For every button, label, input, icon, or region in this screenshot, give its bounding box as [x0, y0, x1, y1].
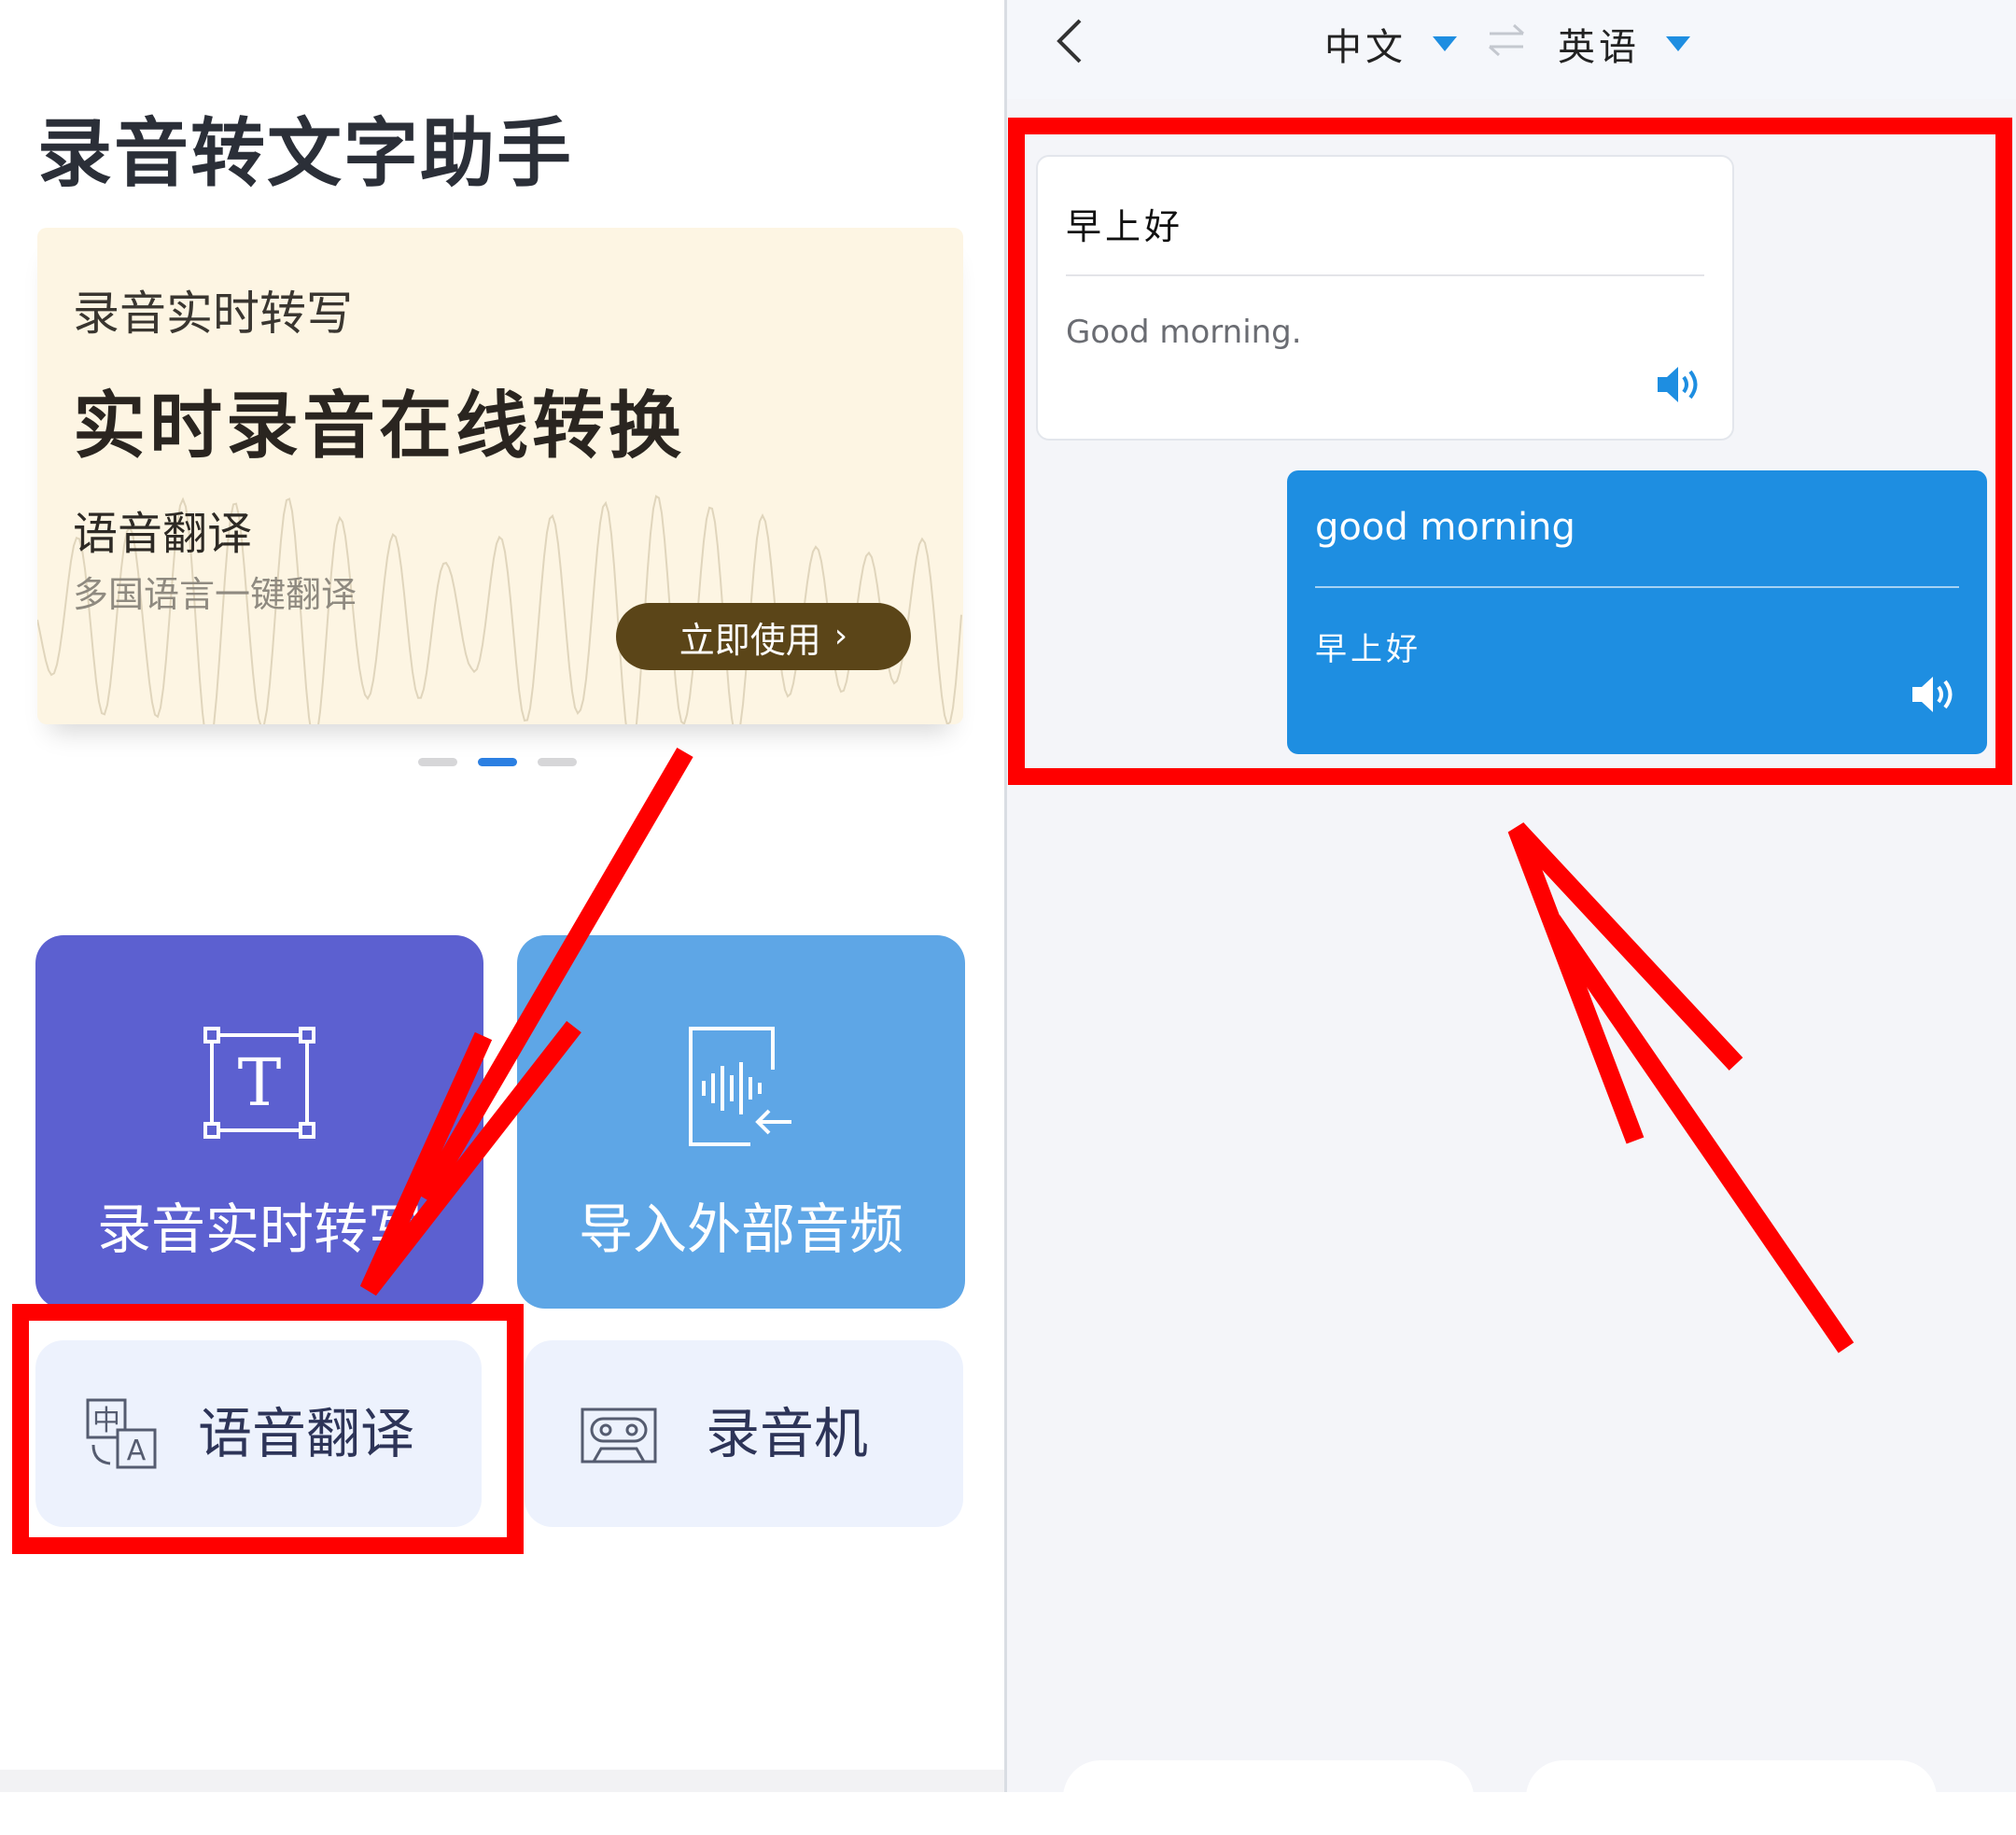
- carousel-dot[interactable]: [538, 758, 577, 766]
- use-now-label: 立即使用: [679, 619, 821, 661]
- translation-bubble[interactable]: 早上好 Good morning.: [1036, 155, 1734, 441]
- banner-kicker: 录音实时转写: [73, 287, 353, 341]
- dropdown-arrow-icon: [1433, 36, 1457, 51]
- banner-feature: 语音翻译: [73, 508, 253, 560]
- home-screen: 录音转文字助手 录音实时转写 实时录音在线转换 语音翻译 多国语言一键翻译 立即…: [0, 0, 1004, 1792]
- translation-header: 中文 英语: [1007, 0, 2016, 99]
- carousel-dot[interactable]: [478, 758, 517, 766]
- carousel-indicator: [418, 758, 577, 766]
- promo-banner[interactable]: 录音实时转写 实时录音在线转换 语音翻译 多国语言一键翻译 立即使用 ›: [37, 228, 963, 724]
- import-audio-tile[interactable]: 导入外部音频: [517, 935, 965, 1309]
- target-language-selector[interactable]: 英语: [1558, 17, 1692, 71]
- realtime-transcribe-label: 录音实时转写: [96, 1198, 422, 1261]
- text-frame-glyph: T: [238, 1044, 282, 1121]
- realtime-transcribe-tile[interactable]: T 录音实时转写: [35, 935, 483, 1309]
- translation-screen: 中文 英语 早上好 Good morning. good morning 早上好: [1007, 0, 2016, 1835]
- back-chevron-icon[interactable]: [1044, 13, 1100, 69]
- translate-icon-en: A: [127, 1435, 147, 1467]
- swap-languages-icon[interactable]: [1486, 22, 1527, 58]
- import-audio-icon: [689, 1027, 791, 1146]
- cassette-icon: [581, 1408, 657, 1464]
- translate-icon: 中 A: [86, 1398, 157, 1469]
- app-title: 录音转文字助手: [37, 110, 573, 197]
- voice-translate-tile[interactable]: 中 A 语音翻译: [35, 1340, 482, 1527]
- bottom-nav-bar: [0, 1770, 1004, 1792]
- voice-input-button[interactable]: [1526, 1760, 1937, 1835]
- voice-input-button[interactable]: [1063, 1760, 1474, 1835]
- banner-feature-desc: 多国语言一键翻译: [73, 574, 357, 615]
- source-language: 中文: [1324, 26, 1407, 69]
- dropdown-arrow-icon: [1666, 36, 1690, 51]
- bubble-divider: [1315, 586, 1959, 588]
- voice-translate-label: 语音翻译: [198, 1402, 415, 1465]
- speaker-icon[interactable]: [1656, 364, 1701, 405]
- bubble-divider: [1066, 274, 1704, 276]
- recorder-tile[interactable]: 录音机: [525, 1340, 963, 1527]
- message-source-text: good morning: [1315, 506, 1575, 549]
- chevron-right-icon: ›: [833, 617, 848, 655]
- source-language-selector[interactable]: 中文: [1324, 17, 1459, 71]
- use-now-button[interactable]: 立即使用 ›: [616, 603, 911, 670]
- text-frame-icon: T: [203, 1027, 315, 1139]
- message-source-text: 早上好: [1066, 206, 1184, 247]
- target-language: 英语: [1558, 26, 1640, 69]
- translation-bubble[interactable]: good morning 早上好: [1287, 470, 1987, 754]
- message-translated-text: 早上好: [1315, 631, 1421, 668]
- speaker-icon[interactable]: [1911, 674, 1955, 715]
- message-translated-text: Good morning.: [1066, 314, 1302, 351]
- import-audio-label: 导入外部音频: [578, 1198, 903, 1261]
- carousel-dot[interactable]: [418, 758, 457, 766]
- banner-headline: 实时录音在线转换: [73, 385, 686, 469]
- recorder-label: 录音机: [706, 1402, 869, 1465]
